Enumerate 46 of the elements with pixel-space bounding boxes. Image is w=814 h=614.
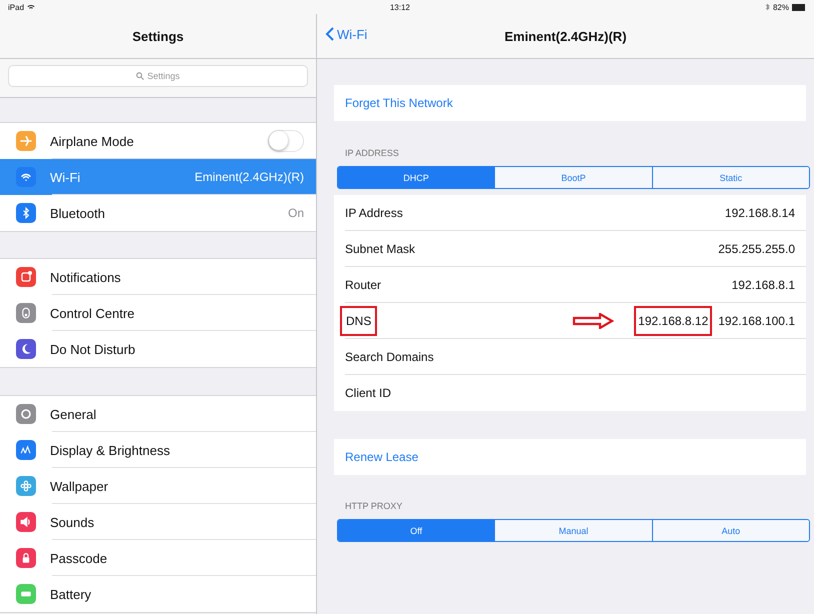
segment-option[interactable]: Static [652,167,809,188]
back-button[interactable]: Wi-Fi [325,26,368,42]
settings-label: General [50,406,98,422]
settings-label: Battery [50,586,92,602]
segment-option[interactable]: Manual [494,520,652,541]
field-label: DNS [340,306,378,336]
settings-value: On [288,206,304,220]
wifi-icon [27,4,36,10]
field-label: IP Address [345,206,403,220]
field-label: Router [345,278,382,292]
segment-option[interactable]: BootP [494,167,652,188]
segment-option[interactable]: Off [338,520,494,541]
device-name: iPad [8,2,36,12]
settings-label: Notifications [50,270,122,284]
field-label: Search Domains [345,350,434,364]
field-value: 192.168.100.1 [718,314,795,328]
toggle-switch[interactable] [268,130,304,152]
section-header: IP ADDRESS [345,148,400,160]
clock-time: 13:12 [390,2,410,12]
chevron-left-icon [325,26,335,42]
field-label: Client ID [345,386,392,400]
settings-label: Bluetooth [50,206,106,220]
field-value: 192.168.8.12 [634,306,712,336]
settings-value: Eminent(2.4GHz)(R) [194,170,304,184]
field-label: Subnet Mask [345,242,416,256]
network-title: Eminent(2.4GHz)(R) [504,28,627,44]
battery-percent: 82% [764,2,806,12]
section-header: HTTP PROXY [345,501,404,513]
settings-label: Airplane Mode [50,134,135,148]
settings-label: Wallpaper [50,478,110,494]
field-value: 192.168.8.14 [724,206,795,220]
field-value: 255.255.255.0 [718,242,795,256]
settings-label: Do Not Disturb [50,342,136,356]
search-placeholder: Settings [147,71,180,81]
bluetooth-icon [764,3,770,11]
search-icon [136,72,144,80]
settings-label: Passcode [50,550,108,566]
sidebar-title: Settings [132,28,184,44]
segment-option[interactable]: Auto [652,520,809,541]
settings-label: Control Centre [50,306,136,320]
field-value: 192.168.8.1 [732,278,795,292]
settings-label: Display & Brightness [50,442,171,458]
segment-option[interactable]: DHCP [338,167,494,188]
settings-label: Wi-Fi [50,170,82,184]
settings-label: Sounds [50,514,96,530]
battery-icon [792,4,806,10]
